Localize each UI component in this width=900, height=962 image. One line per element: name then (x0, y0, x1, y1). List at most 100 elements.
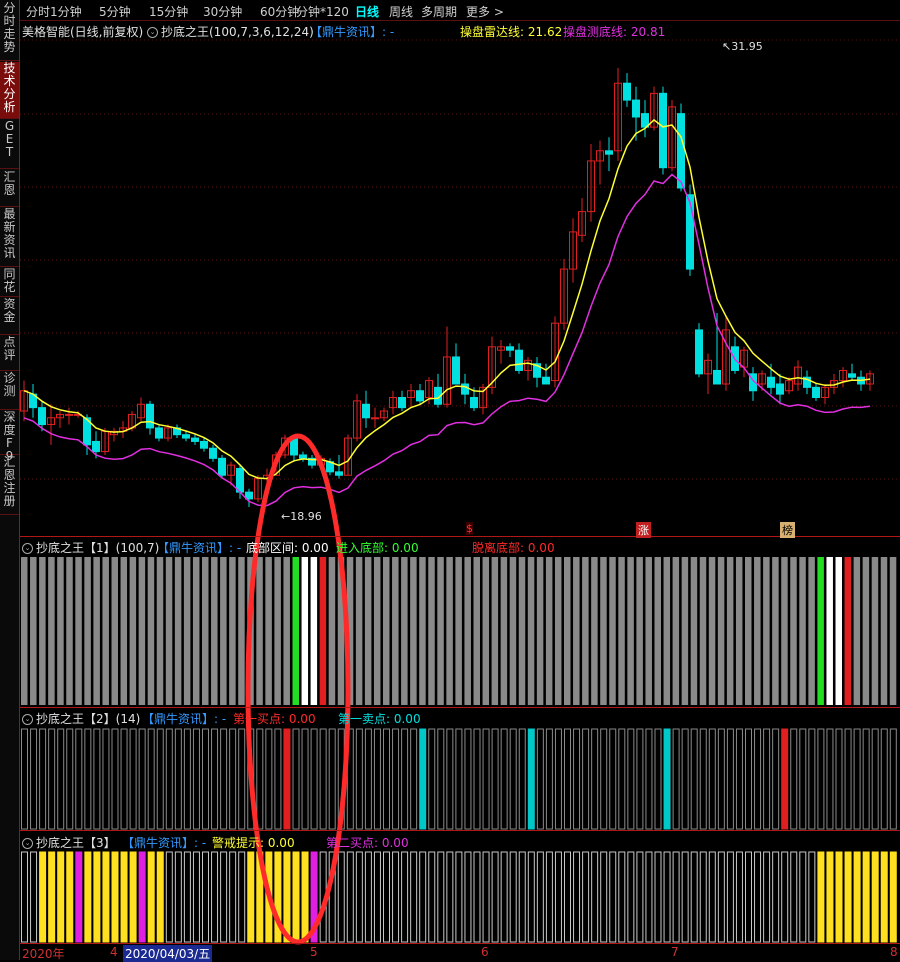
event-mark-ranking[interactable]: 榜 (780, 522, 795, 538)
sub2-bar (428, 728, 436, 830)
sub3-bar (21, 851, 28, 943)
sub3-bar (383, 851, 390, 943)
sub2-bar (274, 728, 282, 830)
sub2-source: 【鼎牛资讯】: - (142, 712, 227, 726)
sub1-bar (111, 557, 118, 705)
sub1-bar (138, 557, 146, 705)
high-price-value: 31.95 (731, 40, 763, 53)
sub3-bar (247, 851, 255, 943)
sub1-bar (265, 557, 272, 705)
sub3-bar (410, 851, 418, 943)
sub2-bar (745, 728, 752, 830)
sub3-title[interactable]: ⌄ 抄底之王【3】 (22, 834, 116, 851)
sub3-bar (763, 851, 771, 943)
sub3-bar (346, 851, 354, 943)
candle-body (191, 437, 199, 442)
low-price-value: 18.96 (290, 510, 322, 523)
sub3-bar (283, 851, 291, 943)
sub2-bar (265, 728, 273, 830)
sub2-bar (165, 728, 173, 830)
sub2-bar (256, 728, 264, 830)
sub1-bar (717, 557, 725, 705)
candle-body (452, 356, 460, 385)
sub2-bar (192, 728, 200, 830)
sub2-bar (437, 728, 445, 830)
sub2-bar (708, 728, 716, 830)
candle-body (812, 386, 820, 399)
sub1-bar (862, 557, 870, 705)
indicator-toggle-icon[interactable]: ⌄ (22, 543, 33, 554)
sub3-bar (618, 851, 626, 943)
sub1-bar (536, 557, 544, 705)
sub3-bar (735, 851, 743, 943)
sub1-bar (202, 557, 209, 705)
sub1-bar (681, 557, 689, 705)
sub2-bar (844, 728, 852, 830)
sub2-bar (781, 728, 789, 830)
sub3-bar (111, 851, 119, 943)
sub2-bar (554, 728, 562, 830)
sub3-bar (582, 851, 590, 943)
sub1-bar (735, 557, 743, 705)
sub1-bar (636, 557, 643, 705)
sub1-bar (238, 557, 245, 705)
sub3-bar (93, 851, 101, 943)
candle-body (38, 407, 46, 426)
sub3-bar (889, 851, 897, 943)
sub2-bar (582, 728, 590, 830)
sub1-bar (491, 557, 499, 705)
event-mark[interactable]: $ (466, 522, 473, 535)
sub2-bar (392, 728, 400, 830)
sub3-name: 抄底之王【3】 (36, 836, 116, 850)
sub1-bar (419, 557, 426, 705)
sub1-bar (428, 557, 435, 705)
event-mark-limit-up[interactable]: 涨 (636, 522, 651, 538)
panel-separator (20, 707, 900, 708)
sub2-bar (57, 728, 65, 830)
sub3-source: 【鼎牛资讯】: - (122, 836, 207, 850)
sub3-bar (364, 851, 372, 943)
sub2-bar (482, 728, 490, 830)
sub1-source: 【鼎牛资讯】: - (157, 541, 242, 555)
sub3-bar (663, 851, 671, 943)
sub1-bar (30, 557, 37, 705)
indicator-toggle-icon[interactable]: ⌄ (22, 838, 33, 849)
sub2-bar (238, 728, 246, 830)
indicator-toggle-icon[interactable]: ⌄ (22, 714, 33, 725)
sub1-bar (763, 557, 770, 705)
sub1-bar (699, 557, 707, 705)
candle-body (92, 440, 100, 453)
sub1-title[interactable]: ⌄ 抄底之王【1】(100,7) (22, 539, 159, 556)
sub3-bar (853, 851, 861, 943)
sub3-bar (817, 851, 825, 943)
sub3-bar (30, 851, 38, 943)
main-indicator-title[interactable]: ⌄ 抄底之王(100,7,3,6,12,24) (147, 23, 314, 40)
sub1-bar (781, 557, 788, 705)
sub2-bar (717, 728, 725, 830)
sub3-bar (75, 851, 83, 943)
sub3-bar (717, 851, 725, 943)
main-indicator-name: 抄底之王(100,7,3,6,12,24) (161, 25, 314, 39)
low-price-label: ←18.96 (281, 510, 322, 523)
sub1-bar (256, 557, 263, 705)
candle-body (695, 329, 703, 375)
sub2-bar (690, 728, 698, 830)
sub3-bar (174, 851, 182, 943)
indicator-toggle-icon[interactable]: ⌄ (147, 27, 158, 38)
candle-body (767, 376, 775, 388)
sub2-title[interactable]: ⌄ 抄底之王【2】(14) (22, 710, 140, 727)
sub3-bar (609, 851, 617, 943)
sub3-bar (84, 851, 92, 943)
sub1-bar (518, 557, 526, 705)
sub2-name: 抄底之王【2】(14) (36, 712, 141, 726)
candle-body (65, 413, 73, 416)
sub3-bar (183, 851, 191, 943)
chart-canvas (20, 39, 900, 945)
sub2-bar (292, 728, 300, 830)
sub3-bar (491, 851, 499, 943)
sub3-bar (301, 851, 309, 943)
radar-line-label: 操盘雷达线: 21.62 (460, 25, 563, 39)
sub2-bar (328, 728, 336, 830)
sub1-bar (21, 557, 28, 705)
sub1-bar (437, 557, 444, 705)
